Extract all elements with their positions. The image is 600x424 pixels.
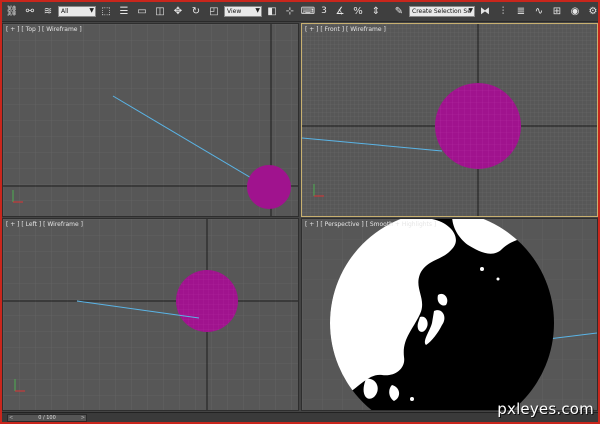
render-setup-icon[interactable]: ⚙	[585, 4, 598, 20]
selection-filter-value: All	[61, 8, 69, 15]
viewport-left[interactable]: [ + ] [ Left ] [ Wireframe ]	[2, 218, 299, 411]
viewport-top-canvas	[3, 24, 298, 216]
rect-selection-icon[interactable]: ▭	[134, 4, 150, 20]
unlink-icon[interactable]: ⚯	[22, 4, 38, 20]
schematic-view-icon[interactable]: ⊞	[549, 4, 565, 20]
time-slider-right-arrow[interactable]: >	[81, 415, 85, 421]
main-toolbar: ⛓ ⚯ ≋ All ▼ ⬚ ☰ ▭ ◫ ✥ ↻ ◰ View ▼ ◧ ⊹ ⌨ 3…	[2, 2, 598, 22]
material-editor-icon[interactable]: ◉	[567, 4, 583, 20]
viewport-perspective-canvas	[302, 219, 597, 410]
align-icon[interactable]: ⫶	[495, 4, 511, 20]
viewport-front[interactable]: [ + ] [ Front ] [ Wireframe ]	[301, 23, 598, 217]
viewport-label[interactable]: [ + ] [ Top ] [ Wireframe ]	[6, 26, 82, 33]
chevron-down-icon: ▼	[89, 7, 94, 14]
spinner-snap-icon[interactable]: ⇕	[368, 4, 384, 20]
viewport-label[interactable]: [ + ] [ Perspective ] [ Smooth + Highlig…	[305, 221, 436, 228]
time-slider[interactable]: < 0 / 100 >	[7, 414, 87, 422]
viewport-top[interactable]: [ + ] [ Top ] [ Wireframe ]	[2, 23, 299, 217]
scale-icon[interactable]: ◰	[206, 4, 222, 20]
viewport-label[interactable]: [ + ] [ Left ] [ Wireframe ]	[6, 221, 83, 228]
bind-space-warp-icon[interactable]: ≋	[40, 4, 56, 20]
select-by-name-icon[interactable]: ☰	[116, 4, 132, 20]
edit-named-selection-icon[interactable]: ✎	[391, 4, 407, 20]
select-manipulate-icon[interactable]: ⊹	[282, 4, 298, 20]
watermark: pxleyes.com	[497, 400, 594, 418]
sphere-object[interactable]	[247, 165, 291, 209]
time-slider-left-arrow[interactable]: <	[9, 415, 13, 421]
angle-snap-icon[interactable]: ∡	[332, 4, 348, 20]
chevron-down-icon: ▼	[468, 7, 473, 14]
reference-coord-dropdown[interactable]: View ▼	[224, 6, 262, 17]
named-selection-dropdown[interactable]: Create Selection Se ▼	[409, 6, 475, 17]
link-icon[interactable]: ⛓	[4, 4, 20, 20]
rotate-icon[interactable]: ↻	[188, 4, 204, 20]
viewport-front-canvas	[302, 24, 597, 216]
window-crossing-icon[interactable]: ◫	[152, 4, 168, 20]
reference-coord-value: View	[227, 8, 242, 15]
viewport-perspective[interactable]: [ + ] [ Perspective ] [ Smooth + Highlig…	[301, 218, 598, 411]
mirror-icon[interactable]: ⧓	[477, 4, 493, 20]
curve-editor-icon[interactable]: ∿	[531, 4, 547, 20]
percent-snap-icon[interactable]: %	[350, 4, 366, 20]
selection-filter-dropdown[interactable]: All ▼	[58, 6, 96, 17]
named-selection-value: Create Selection Se	[412, 8, 471, 15]
viewport-label[interactable]: [ + ] [ Front ] [ Wireframe ]	[305, 26, 386, 33]
sphere-object[interactable]	[176, 270, 238, 332]
time-frame-readout: 0 / 100	[38, 415, 56, 421]
viewport-left-canvas	[3, 219, 298, 410]
sphere-object[interactable]	[435, 83, 521, 169]
select-object-icon[interactable]: ⬚	[98, 4, 114, 20]
layer-manager-icon[interactable]: ≣	[513, 4, 529, 20]
chevron-down-icon: ▼	[255, 7, 260, 14]
snap-label: 3	[321, 6, 327, 16]
snap-3-icon[interactable]: 3	[318, 4, 330, 20]
move-icon[interactable]: ✥	[170, 4, 186, 20]
keyboard-shortcut-icon[interactable]: ⌨	[300, 4, 316, 20]
pivot-icon[interactable]: ◧	[264, 4, 280, 20]
